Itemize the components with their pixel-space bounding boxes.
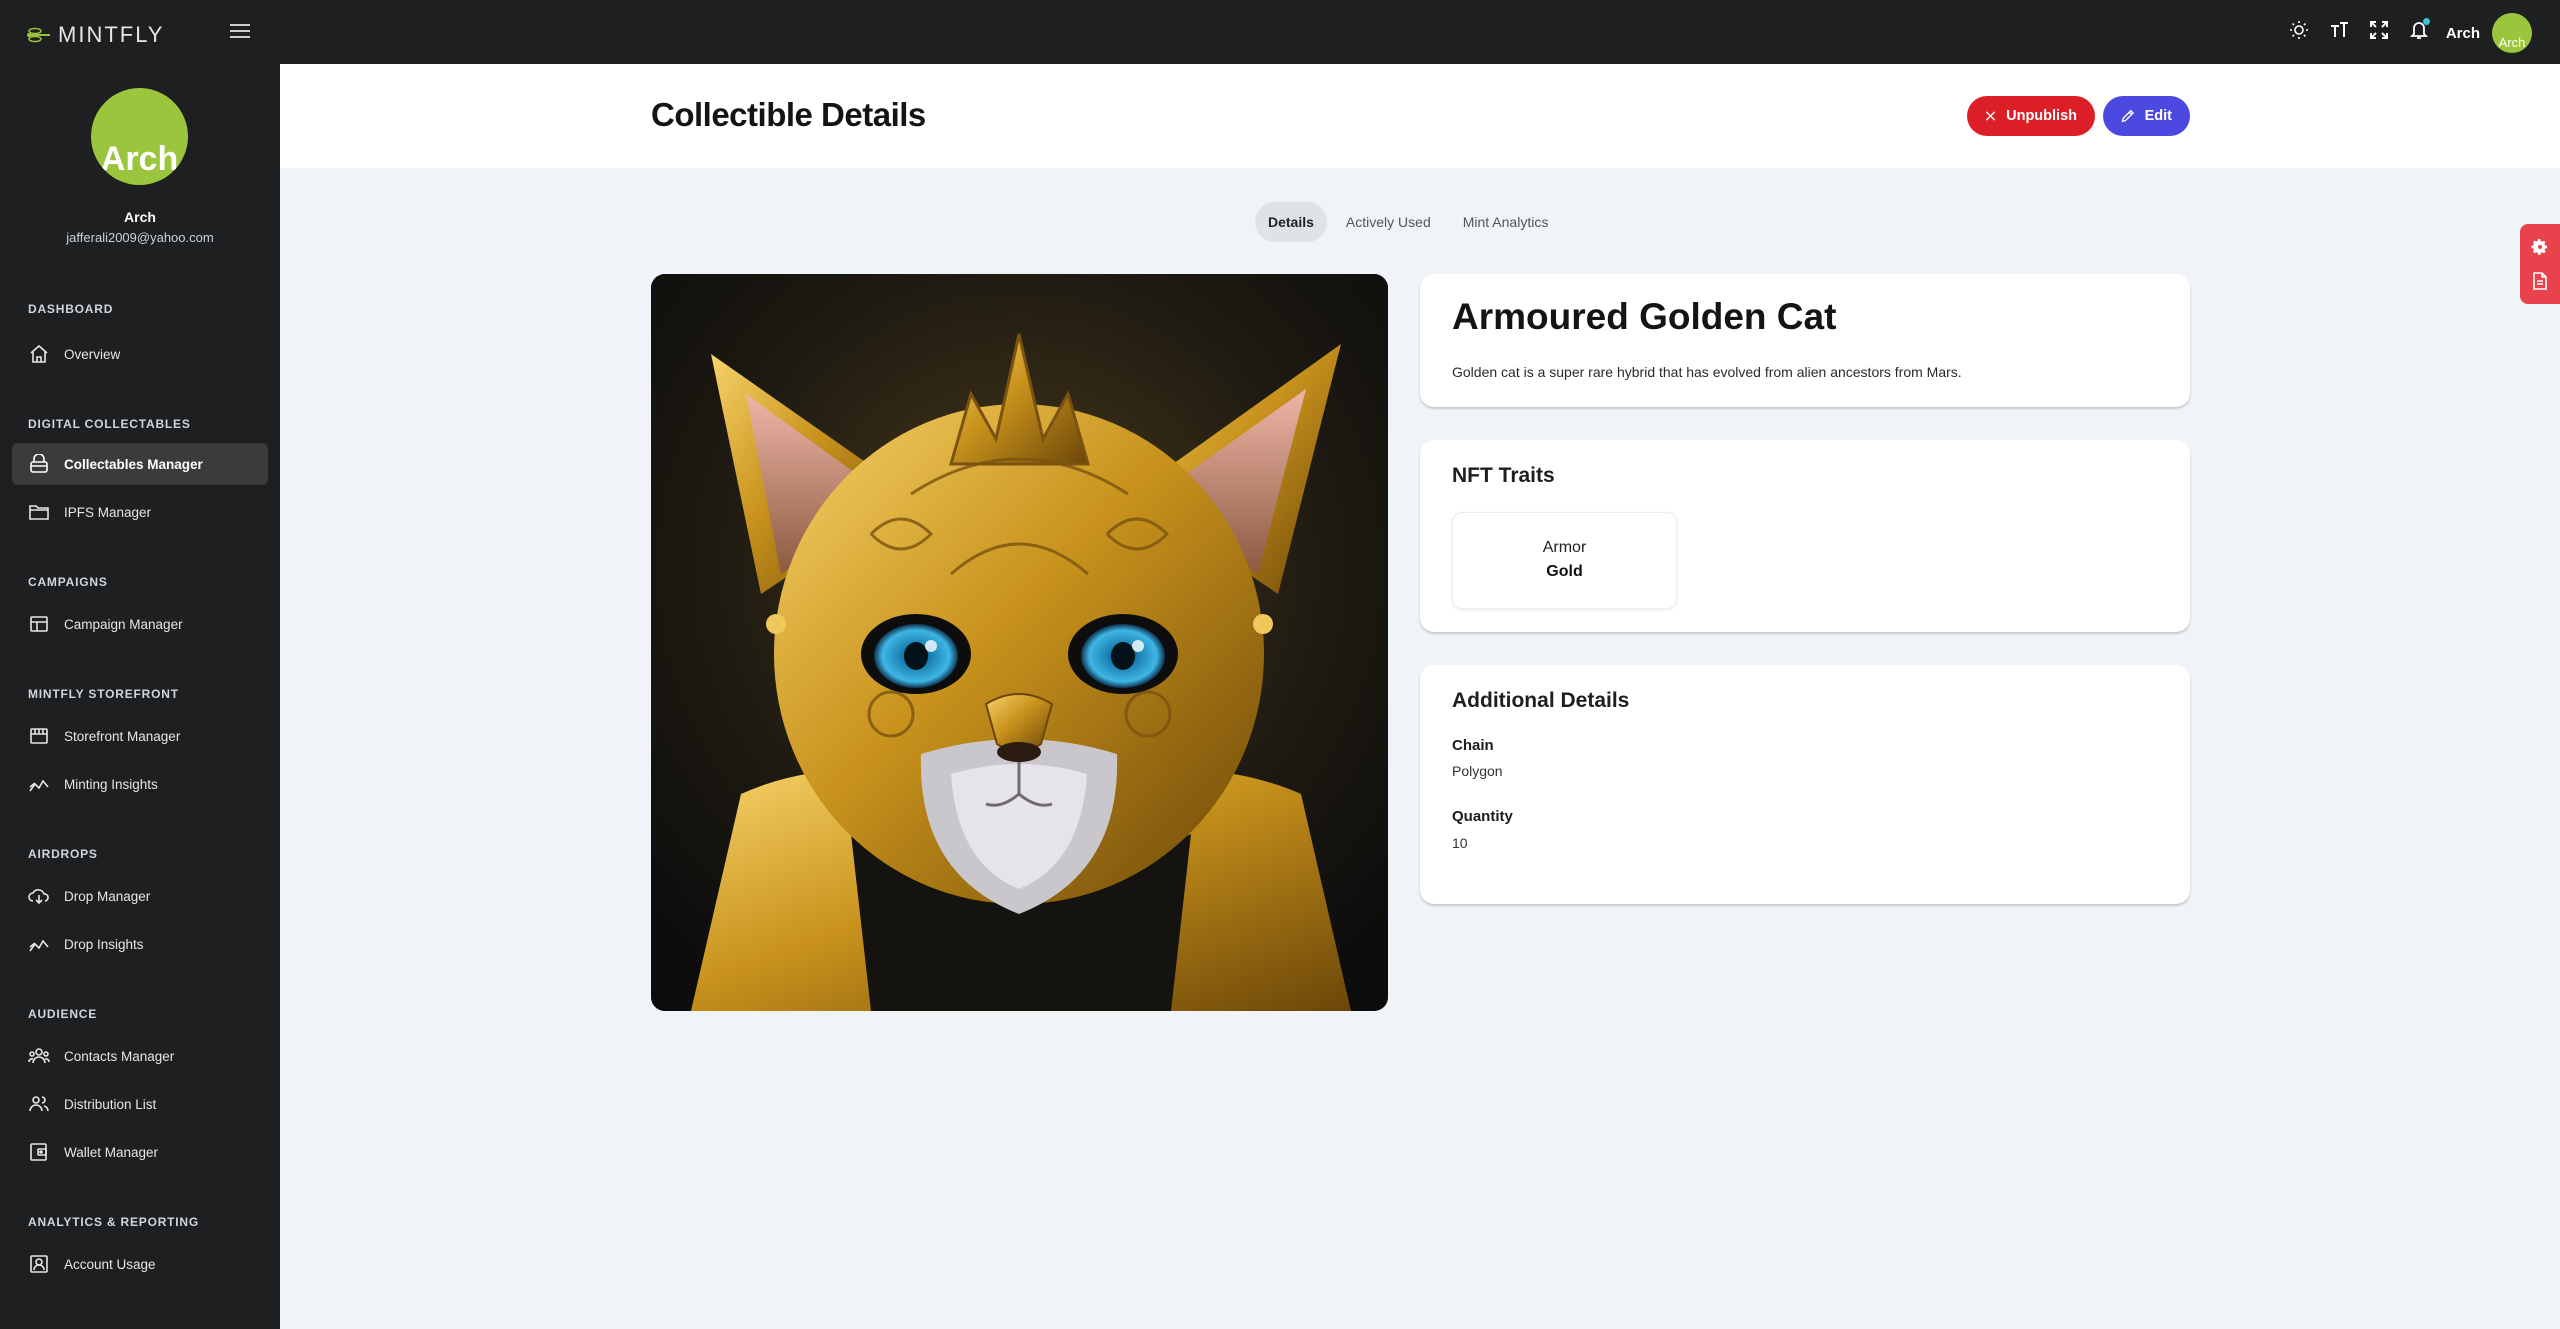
- profile-avatar[interactable]: Arch: [91, 88, 188, 185]
- page-header: Collectible Details Unpublish Edit: [280, 64, 2560, 168]
- quantity-value: 10: [1452, 835, 1468, 851]
- wallet-icon: [28, 1141, 50, 1163]
- quantity-label: Quantity: [1452, 808, 1513, 825]
- chart-line-icon: [28, 773, 50, 795]
- sidebar-item-label: Storefront Manager: [64, 728, 181, 744]
- additional-details-card: Additional Details Chain Polygon Quantit…: [1420, 665, 2190, 904]
- collectible-image: [651, 274, 1388, 1011]
- sidebar-item-label: Contacts Manager: [64, 1048, 175, 1064]
- unpublish-button[interactable]: Unpublish: [1967, 96, 2095, 136]
- home-icon: [28, 343, 50, 365]
- collectible-info-card: Armoured Golden Cat Golden cat is a supe…: [1420, 274, 2190, 407]
- sidebar-item-label: Account Usage: [64, 1256, 156, 1272]
- sidebar-item-label: Wallet Manager: [64, 1144, 159, 1160]
- section-airdrops: AIRDROPS: [28, 847, 98, 861]
- profile-name: Arch: [124, 209, 156, 225]
- notification-dot: [2423, 18, 2430, 25]
- cloud-download-icon: [28, 885, 50, 907]
- sidebar-item-overview[interactable]: Overview: [12, 333, 268, 375]
- trait-value: Gold: [1546, 563, 1583, 580]
- tab-details[interactable]: Details: [1255, 202, 1327, 242]
- font-size-icon[interactable]: [2328, 18, 2350, 42]
- sidebar-item-collectables-manager[interactable]: Collectables Manager: [12, 443, 268, 485]
- additional-details-title: Additional Details: [1452, 689, 1630, 712]
- collectables-icon: [28, 453, 50, 475]
- sidebar-item-account-usage[interactable]: Account Usage: [12, 1243, 268, 1285]
- trait-item: Armor Gold: [1452, 512, 1677, 609]
- sidebar-item-label: Drop Manager: [64, 888, 151, 904]
- notification-bell-icon[interactable]: [2408, 18, 2430, 42]
- sidebar-item-ipfs-manager[interactable]: IPFS Manager: [12, 491, 268, 533]
- sidebar-item-label: Drop Insights: [64, 936, 144, 952]
- logo-text: MINTFLY: [58, 22, 165, 47]
- sidebar-item-distribution-list[interactable]: Distribution List: [12, 1083, 268, 1125]
- sidebar-item-contacts-manager[interactable]: Contacts Manager: [12, 1035, 268, 1077]
- profile-email: jafferali2009@yahoo.com: [66, 230, 214, 245]
- sidebar-item-campaign-manager[interactable]: Campaign Manager: [12, 603, 268, 645]
- fullscreen-icon[interactable]: [2368, 18, 2390, 42]
- sidebar-item-drop-manager[interactable]: Drop Manager: [12, 875, 268, 917]
- tab-actively-used[interactable]: Actively Used: [1333, 202, 1444, 242]
- section-campaigns: CAMPAIGNS: [28, 575, 108, 589]
- sidebar-item-minting-insights[interactable]: Minting Insights: [12, 763, 268, 805]
- nft-traits-card: NFT Traits Armor Gold: [1420, 440, 2190, 632]
- section-digital-collectables: DIGITAL COLLECTABLES: [28, 417, 191, 431]
- menu-toggle-icon[interactable]: [230, 24, 250, 40]
- sidebar-item-drop-insights[interactable]: Drop Insights: [12, 923, 268, 965]
- section-dashboard: DASHBOARD: [28, 302, 114, 316]
- pencil-icon: [2121, 109, 2135, 123]
- sidebar-item-wallet-manager[interactable]: Wallet Manager: [12, 1131, 268, 1173]
- section-analytics-reporting: ANALYTICS & REPORTING: [28, 1215, 200, 1229]
- users-icon: [28, 1093, 50, 1115]
- user-menu[interactable]: Arch Arch: [2446, 13, 2532, 53]
- chart-line-icon: [28, 933, 50, 955]
- sidebar-item-storefront-manager[interactable]: Storefront Manager: [12, 715, 268, 757]
- settings-gear-icon[interactable]: [2529, 236, 2551, 258]
- top-user-name: Arch: [2445, 24, 2480, 42]
- close-icon: [1985, 111, 1996, 121]
- tab-mint-analytics[interactable]: Mint Analytics: [1450, 202, 1562, 242]
- theme-toggle-icon[interactable]: [2288, 18, 2310, 42]
- nft-traits-title: NFT Traits: [1452, 464, 1555, 487]
- detail-tabs: Details Actively Used Mint Analytics: [1255, 202, 1561, 242]
- contacts-icon: [28, 1045, 50, 1067]
- sidebar-item-label: IPFS Manager: [64, 504, 152, 520]
- chain-value: Polygon: [1452, 763, 1503, 779]
- sidebar-item-label: Collectables Manager: [64, 456, 203, 472]
- collectible-name: Armoured Golden Cat: [1452, 296, 1837, 337]
- campaign-icon: [28, 613, 50, 635]
- edit-button[interactable]: Edit: [2103, 96, 2190, 136]
- section-mintfly-storefront: MINTFLY STOREFRONT: [28, 687, 179, 701]
- floating-toolbar: [2520, 224, 2560, 304]
- mintfly-logo[interactable]: MINTFLY: [26, 20, 164, 50]
- sidebar: Arch Arch jafferali2009@yahoo.com DASHBO…: [0, 64, 280, 1329]
- unpublish-label: Unpublish: [2006, 108, 2077, 124]
- sidebar-item-label: Campaign Manager: [64, 616, 183, 632]
- storefront-icon: [28, 725, 50, 747]
- sidebar-item-label: Distribution List: [64, 1096, 157, 1112]
- avatar: Arch: [2492, 13, 2532, 53]
- sidebar-item-label: Overview: [64, 346, 121, 362]
- edit-label: Edit: [2144, 108, 2172, 124]
- document-pdf-icon[interactable]: [2529, 270, 2551, 292]
- account-icon: [28, 1253, 50, 1275]
- folder-icon: [28, 501, 50, 523]
- trait-type: Armor: [1542, 539, 1587, 556]
- page-title: Collectible Details: [651, 96, 926, 133]
- top-bar: MINTFLY Arch Arch: [0, 0, 2560, 64]
- sidebar-item-label: Minting Insights: [64, 776, 158, 792]
- section-audience: AUDIENCE: [28, 1007, 98, 1021]
- chain-label: Chain: [1452, 737, 1494, 754]
- dragonfly-icon: [27, 27, 50, 43]
- collectible-description: Golden cat is a super rare hybrid that h…: [1452, 364, 1962, 380]
